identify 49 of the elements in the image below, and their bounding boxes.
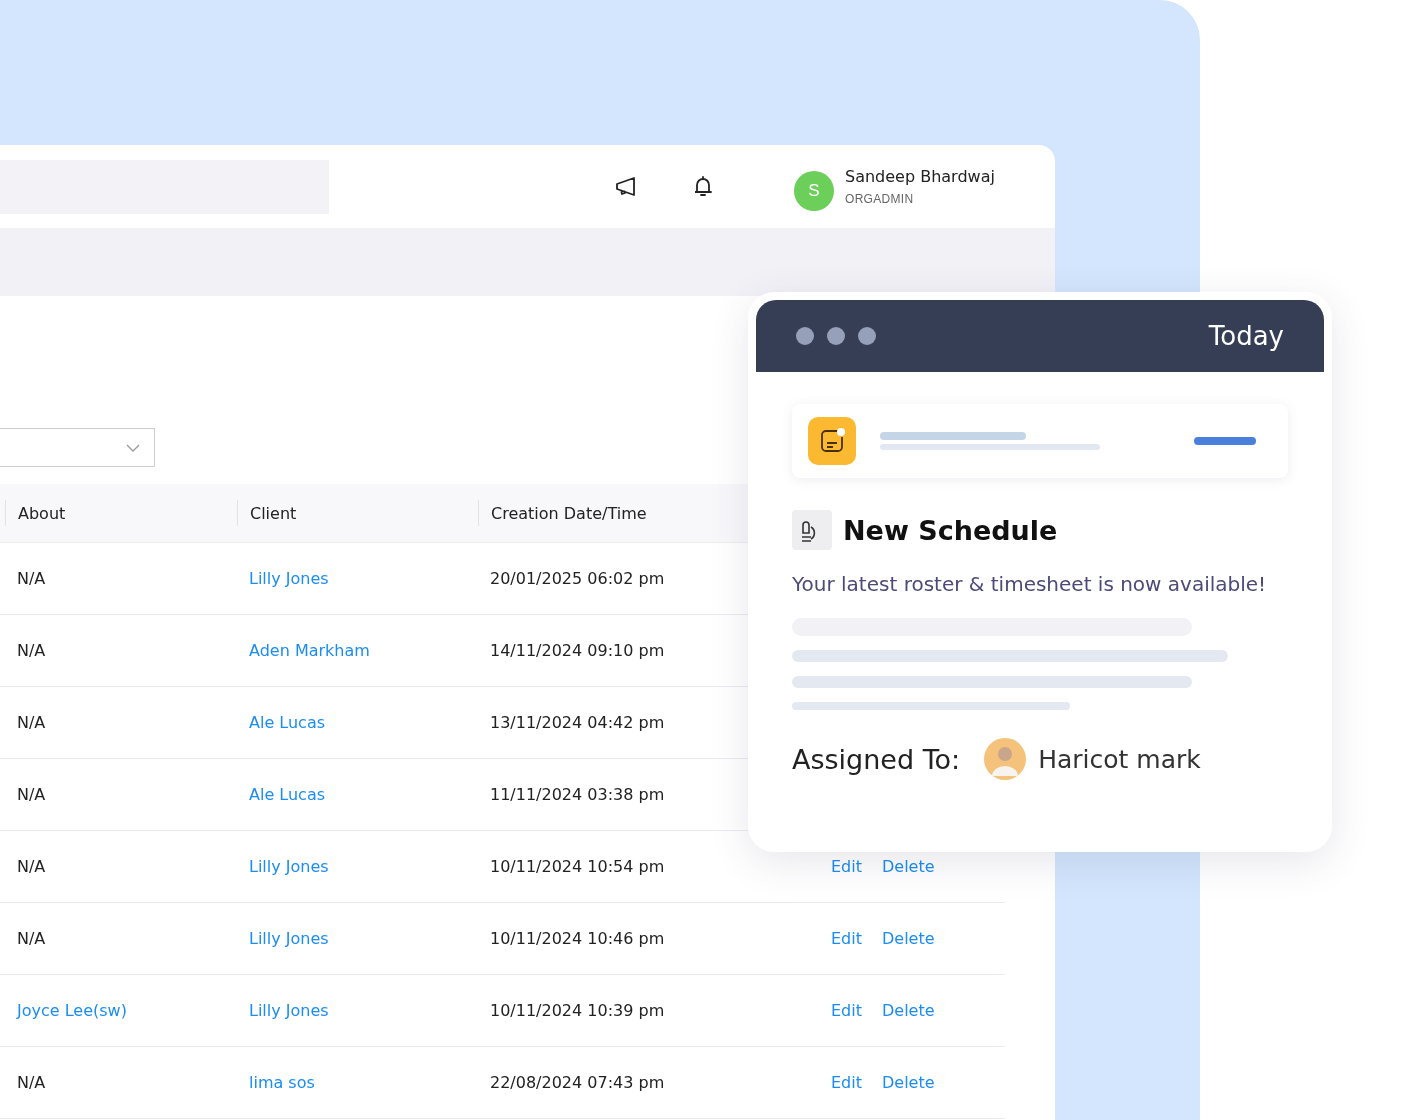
notification-heading: New Schedule: [843, 514, 1058, 546]
client-link[interactable]: Aden Markham: [249, 641, 370, 660]
creation-date: 20/01/2025 06:02 pm: [490, 569, 665, 588]
about-text: N/A: [17, 713, 46, 732]
delete-link[interactable]: Delete: [882, 857, 935, 876]
delete-link[interactable]: Delete: [882, 929, 935, 948]
card-title: Today: [1208, 321, 1284, 351]
creation-date: 22/08/2024 07:43 pm: [490, 1073, 665, 1092]
creation-date: 13/11/2024 04:42 pm: [490, 713, 665, 732]
edit-link[interactable]: Edit: [831, 857, 862, 876]
schedule-icon: [792, 510, 832, 550]
edit-link[interactable]: Edit: [831, 1001, 862, 1020]
user-role: ORGADMIN: [845, 192, 915, 206]
creation-date: 10/11/2024 10:46 pm: [490, 929, 665, 948]
assignee-name: Haricot mark: [1038, 744, 1201, 774]
column-header: Client: [237, 500, 478, 526]
edit-link[interactable]: Edit: [831, 1073, 862, 1092]
about-text: N/A: [17, 1073, 46, 1092]
client-link[interactable]: Lilly Jones: [249, 569, 329, 588]
client-link[interactable]: Ale Lucas: [249, 713, 326, 732]
note-icon: [808, 417, 856, 465]
client-link[interactable]: Lilly Jones: [249, 857, 329, 876]
megaphone-icon[interactable]: [614, 175, 638, 198]
column-header: About: [5, 500, 237, 526]
client-link[interactable]: Lilly Jones: [249, 1001, 329, 1020]
avatar-icon: [984, 738, 1027, 780]
client-link[interactable]: lima sos: [249, 1073, 315, 1092]
bell-icon[interactable]: [693, 174, 713, 199]
about-link[interactable]: Joyce Lee(sw): [17, 1001, 127, 1020]
client-link[interactable]: Lilly Jones: [249, 929, 329, 948]
user-name: Sandeep Bhardwaj: [845, 167, 995, 186]
about-text: N/A: [17, 857, 46, 876]
creation-date: 10/11/2024 10:39 pm: [490, 1001, 665, 1020]
edit-link[interactable]: Edit: [831, 929, 862, 948]
assigned-label: Assigned To:: [792, 743, 961, 775]
creation-date: 10/11/2024 10:54 pm: [490, 857, 665, 876]
about-text: N/A: [17, 929, 46, 948]
creation-date: 14/11/2024 09:10 pm: [490, 641, 665, 660]
window-dots-icon: [796, 326, 878, 346]
delete-link[interactable]: Delete: [882, 1001, 935, 1020]
about-text: N/A: [17, 785, 46, 804]
notification-message: Your latest roster & timesheet is now available!: [792, 572, 1268, 596]
delete-link[interactable]: Delete: [882, 1073, 935, 1092]
about-text: N/A: [17, 641, 46, 660]
client-link[interactable]: Ale Lucas: [249, 785, 326, 804]
chevron-down-icon: [126, 443, 140, 452]
about-text: N/A: [17, 569, 46, 588]
creation-date: 11/11/2024 03:38 pm: [490, 785, 665, 804]
user-avatar: S: [794, 170, 834, 211]
